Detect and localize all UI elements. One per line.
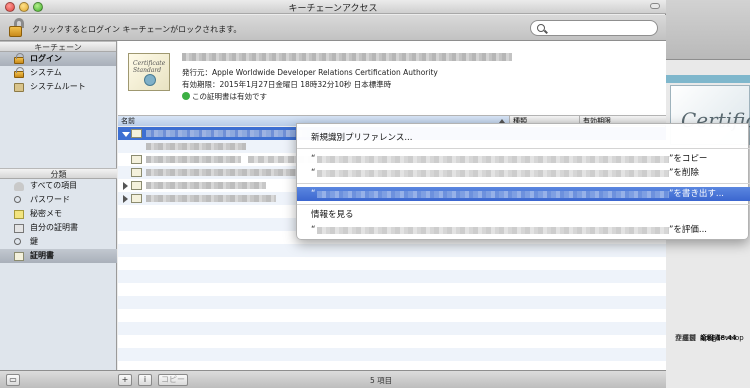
category-item-keys[interactable]: 鍵 xyxy=(0,235,117,249)
redacted-name xyxy=(317,170,669,177)
folder-icon xyxy=(14,83,24,92)
info-button[interactable]: i xyxy=(138,374,152,386)
lock-icon xyxy=(14,67,24,78)
certificate-icon xyxy=(131,168,142,177)
keychain-item-system[interactable]: システム xyxy=(0,66,116,80)
category-label: パスワード xyxy=(30,195,70,204)
redacted-name xyxy=(146,182,266,189)
redacted-name xyxy=(146,130,316,137)
keychain-label: システム xyxy=(30,68,62,77)
issuer-text: 発行元：Apple Worldwide Developer Relations … xyxy=(182,68,438,77)
search-icon xyxy=(537,24,545,32)
key-icon xyxy=(14,196,21,203)
search-field[interactable] xyxy=(530,20,658,36)
column-label: 名前 xyxy=(121,117,135,125)
id-card-icon xyxy=(14,224,24,233)
title-bar[interactable]: キーチェーンアクセス xyxy=(0,0,666,14)
lock-icon xyxy=(14,53,24,64)
certificate-icon xyxy=(131,181,142,190)
certificate-name-redacted xyxy=(182,53,512,61)
menu-item-new-identity-preference[interactable]: 新規識別プリファレンス... xyxy=(297,131,750,145)
menu-item-get-info[interactable]: 情報を見る xyxy=(297,208,750,222)
category-item-secure-notes[interactable]: 秘密メモ xyxy=(0,207,117,221)
show-sidebar-button[interactable]: ▭ xyxy=(6,374,20,386)
expiry-text: 有効期限：2015年1月27日金曜日 18時32分10秒 日本標準時 xyxy=(182,80,392,89)
add-button[interactable]: + xyxy=(118,374,132,386)
menu-item-label: “ xyxy=(311,168,316,178)
category-section: 分類 すべての項目 パスワード 秘密メモ 自分の証明書 鍵 証明書 xyxy=(0,168,117,263)
menu-separator xyxy=(297,204,750,205)
item-count: 5 項目 xyxy=(370,376,393,385)
menu-item-label: “ xyxy=(311,154,316,164)
lock-icon[interactable] xyxy=(9,18,25,38)
lock-status-text: クリックするとログイン キーチェーンがロックされます。 xyxy=(32,25,242,34)
disclosure-triangle-closed-icon[interactable] xyxy=(123,195,128,203)
certificate-icon xyxy=(131,194,142,203)
sidebar: キーチェーン ログイン システム システムルート 分類 すべての項目 パスワード xyxy=(0,41,117,370)
redacted-name xyxy=(317,156,669,163)
key-icon xyxy=(14,238,21,245)
menu-item-label: “ xyxy=(311,189,316,199)
certificate-icon xyxy=(131,155,142,164)
keychains-header: キーチェーン xyxy=(0,41,116,52)
category-item-my-certificates[interactable]: 自分の証明書 xyxy=(0,221,117,235)
category-item-passwords[interactable]: パスワード xyxy=(0,193,117,207)
keychain-label: ログイン xyxy=(30,54,62,63)
search-input[interactable] xyxy=(549,22,649,34)
disclosure-triangle-open-icon[interactable] xyxy=(122,132,130,137)
validity-text: この証明書は有効です xyxy=(192,92,267,101)
menu-item-export[interactable]: “ ”を書き出す... xyxy=(297,187,750,201)
menu-item-label: “ xyxy=(311,225,316,235)
redacted-name xyxy=(146,169,296,176)
context-menu: 新規識別プリファレンス... “ ”をコピー “ ”を削除 “ ”を書き出す..… xyxy=(296,123,750,240)
category-label: 証明書 xyxy=(30,251,54,260)
bottom-bar: ▭ + i コピー 5 項目 xyxy=(0,370,666,388)
menu-item-label: ”を評価... xyxy=(669,225,708,235)
category-label: 自分の証明書 xyxy=(30,223,78,232)
toolbar-toggle-button[interactable] xyxy=(650,3,660,9)
note-icon xyxy=(14,210,24,219)
redacted-name xyxy=(146,195,276,202)
seal-icon xyxy=(144,74,156,86)
disclosure-triangle-closed-icon[interactable] xyxy=(123,182,128,190)
redacted-name xyxy=(317,227,669,234)
redacted-name xyxy=(317,191,669,198)
category-header: 分類 xyxy=(0,168,117,179)
valid-check-icon xyxy=(182,92,190,100)
bg-info-value: 今日 18:44 xyxy=(700,334,737,342)
people-icon xyxy=(14,182,24,191)
toolbar: クリックするとログイン キーチェーンがロックされます。 xyxy=(0,15,666,41)
menu-item-label: 新規識別プリファレンス... xyxy=(311,133,413,143)
monitor-icon: ▭ xyxy=(9,375,17,384)
certificate-detail: Certificate Standard 発行元：Apple Worldwide… xyxy=(118,41,666,116)
menu-item-copy[interactable]: “ ”をコピー xyxy=(297,152,750,166)
menu-separator xyxy=(297,183,750,184)
menu-item-delete[interactable]: “ ”を削除 xyxy=(297,166,750,180)
category-item-all[interactable]: すべての項目 xyxy=(0,179,117,193)
keychain-item-login[interactable]: ログイン xyxy=(0,52,116,66)
menu-item-evaluate[interactable]: “ ”を評価... xyxy=(297,223,750,237)
certificate-icon xyxy=(131,129,142,138)
copy-button[interactable]: コピー xyxy=(158,374,188,386)
menu-item-label: 情報を見る xyxy=(311,210,354,220)
category-label: 鍵 xyxy=(30,237,38,246)
validity-status: この証明書は有効です xyxy=(182,91,267,102)
menu-item-label: ”をコピー xyxy=(669,154,708,164)
menu-item-label: ”を削除 xyxy=(669,168,699,178)
menu-item-label: ”を書き出す... xyxy=(669,189,725,199)
keychain-item-system-roots[interactable]: システムルート xyxy=(0,80,116,94)
category-item-certificates[interactable]: 証明書 xyxy=(0,249,117,263)
category-label: 秘密メモ xyxy=(30,209,62,218)
cert-image-text: Certificate Standard xyxy=(133,60,166,74)
redacted-name xyxy=(146,143,246,150)
window-title: キーチェーンアクセス xyxy=(288,4,378,14)
certificate-icon xyxy=(14,252,24,261)
redacted-name xyxy=(146,156,241,163)
menu-separator xyxy=(297,148,750,149)
keychain-label: システムルート xyxy=(30,82,86,91)
certificate-icon: Certificate Standard xyxy=(128,53,170,91)
category-label: すべての項目 xyxy=(30,181,78,190)
